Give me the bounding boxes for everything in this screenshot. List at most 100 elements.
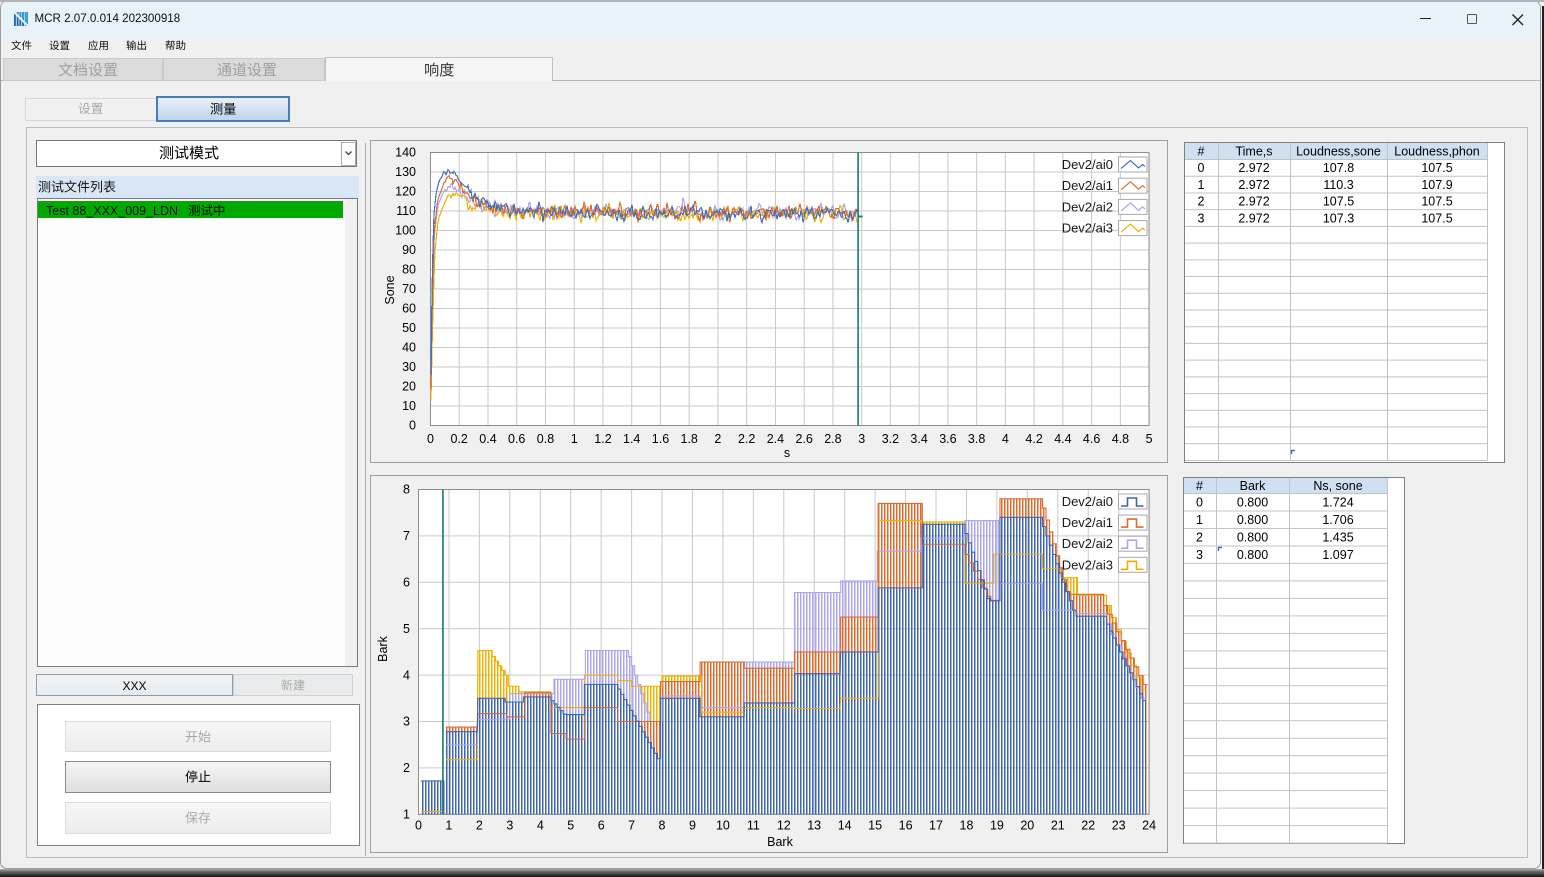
svg-text:107.8: 107.8 xyxy=(1323,161,1354,175)
svg-text:120: 120 xyxy=(395,185,416,199)
svg-text:1: 1 xyxy=(403,808,410,822)
svg-text:0: 0 xyxy=(1198,161,1205,175)
svg-text:3.2: 3.2 xyxy=(882,432,899,446)
svg-text:10: 10 xyxy=(402,399,416,413)
svg-text:1.097: 1.097 xyxy=(1322,548,1353,562)
svg-text:80: 80 xyxy=(402,263,416,277)
svg-text:2: 2 xyxy=(476,819,483,833)
svg-text:Dev2/ai2: Dev2/ai2 xyxy=(1062,199,1113,214)
svg-text:Loudness,phon: Loudness,phon xyxy=(1394,145,1480,159)
svg-text:1.8: 1.8 xyxy=(681,432,698,446)
svg-text:100: 100 xyxy=(395,224,416,238)
svg-text:107.3: 107.3 xyxy=(1323,211,1354,225)
svg-text:1: 1 xyxy=(1198,178,1205,192)
svg-text:0.2: 0.2 xyxy=(451,432,468,446)
svg-text:60: 60 xyxy=(402,302,416,316)
svg-text:1: 1 xyxy=(571,432,578,446)
svg-text:Loudness,sone: Loudness,sone xyxy=(1296,145,1381,159)
svg-text:107.5: 107.5 xyxy=(1421,161,1452,175)
svg-text:20: 20 xyxy=(1020,819,1034,833)
svg-text:1.435: 1.435 xyxy=(1322,531,1353,545)
svg-text:1: 1 xyxy=(445,819,452,833)
svg-text:12: 12 xyxy=(777,819,791,833)
svg-text:70: 70 xyxy=(402,282,416,296)
svg-text:Dev2/ai1: Dev2/ai1 xyxy=(1062,178,1113,193)
svg-text:1.6: 1.6 xyxy=(652,432,669,446)
svg-text:0: 0 xyxy=(427,432,434,446)
svg-text:23: 23 xyxy=(1112,819,1126,833)
svg-text:6: 6 xyxy=(403,576,410,590)
svg-text:2.972: 2.972 xyxy=(1238,211,1269,225)
svg-text:110.3: 110.3 xyxy=(1323,178,1353,192)
svg-text:Ns, sone: Ns, sone xyxy=(1313,479,1362,493)
svg-text:Bark: Bark xyxy=(767,835,793,849)
svg-text:0: 0 xyxy=(415,819,422,833)
svg-text:1.2: 1.2 xyxy=(594,432,611,446)
svg-text:107.5: 107.5 xyxy=(1421,195,1452,209)
svg-text:3: 3 xyxy=(1198,211,1205,225)
svg-text:Dev2/ai3: Dev2/ai3 xyxy=(1062,221,1113,236)
svg-text:0.6: 0.6 xyxy=(508,432,525,446)
svg-text:7: 7 xyxy=(628,819,635,833)
svg-text:4.4: 4.4 xyxy=(1054,432,1071,446)
svg-text:3: 3 xyxy=(506,819,513,833)
svg-text:90: 90 xyxy=(402,243,416,257)
svg-text:7: 7 xyxy=(403,529,410,543)
svg-text:2: 2 xyxy=(714,432,721,446)
svg-text:0.800: 0.800 xyxy=(1237,513,1268,527)
svg-text:4.2: 4.2 xyxy=(1025,432,1042,446)
svg-text:18: 18 xyxy=(960,819,974,833)
svg-text:2: 2 xyxy=(1198,195,1205,209)
svg-text:2: 2 xyxy=(1196,531,1203,545)
svg-text:1.4: 1.4 xyxy=(623,432,640,446)
svg-text:3: 3 xyxy=(403,715,410,729)
svg-text:0.800: 0.800 xyxy=(1237,531,1268,545)
svg-text:3.4: 3.4 xyxy=(910,432,927,446)
svg-text:16: 16 xyxy=(899,819,913,833)
svg-text:1.724: 1.724 xyxy=(1322,496,1353,510)
svg-text:3: 3 xyxy=(1196,548,1203,562)
svg-text:4.6: 4.6 xyxy=(1083,432,1100,446)
svg-text:40: 40 xyxy=(402,341,416,355)
svg-text:107.9: 107.9 xyxy=(1421,178,1452,192)
svg-text:110: 110 xyxy=(396,204,416,218)
svg-text:14: 14 xyxy=(838,819,852,833)
svg-text:Dev2/ai3: Dev2/ai3 xyxy=(1062,557,1113,572)
svg-text:4: 4 xyxy=(1002,432,1009,446)
svg-text:0: 0 xyxy=(1196,496,1203,510)
svg-text:0.8: 0.8 xyxy=(537,432,554,446)
svg-text:2.8: 2.8 xyxy=(824,432,841,446)
svg-text:4: 4 xyxy=(403,668,410,682)
svg-text:24: 24 xyxy=(1142,819,1156,833)
svg-text:9: 9 xyxy=(689,819,696,833)
svg-text:4.8: 4.8 xyxy=(1112,432,1129,446)
svg-text:1: 1 xyxy=(1196,513,1203,527)
svg-text:Dev2/ai0: Dev2/ai0 xyxy=(1062,494,1113,509)
svg-text:6: 6 xyxy=(598,819,605,833)
svg-text:0: 0 xyxy=(409,419,416,433)
svg-text:Bark: Bark xyxy=(1240,479,1266,493)
svg-text:0.800: 0.800 xyxy=(1237,548,1268,562)
svg-text:1.706: 1.706 xyxy=(1322,513,1353,527)
svg-text:8: 8 xyxy=(403,483,410,497)
svg-text:21: 21 xyxy=(1051,819,1065,833)
svg-text:107.5: 107.5 xyxy=(1421,211,1452,225)
svg-text:140: 140 xyxy=(395,146,416,160)
svg-text:17: 17 xyxy=(929,819,943,833)
svg-text:#: # xyxy=(1198,145,1205,159)
svg-text:50: 50 xyxy=(402,321,416,335)
svg-text:5: 5 xyxy=(1146,432,1153,446)
svg-text:10: 10 xyxy=(716,819,730,833)
svg-text:0.4: 0.4 xyxy=(479,432,496,446)
svg-text:20: 20 xyxy=(402,380,416,394)
svg-text:22: 22 xyxy=(1081,819,1095,833)
svg-text:Sone: Sone xyxy=(383,275,397,304)
svg-text:8: 8 xyxy=(659,819,666,833)
svg-text:Dev2/ai0: Dev2/ai0 xyxy=(1062,157,1113,172)
svg-text:3: 3 xyxy=(858,432,865,446)
svg-text:107.5: 107.5 xyxy=(1323,195,1354,209)
svg-text:Dev2/ai2: Dev2/ai2 xyxy=(1062,536,1113,551)
svg-text:0.800: 0.800 xyxy=(1237,496,1268,510)
svg-text:Time,s: Time,s xyxy=(1235,145,1272,159)
svg-text:4: 4 xyxy=(537,819,544,833)
